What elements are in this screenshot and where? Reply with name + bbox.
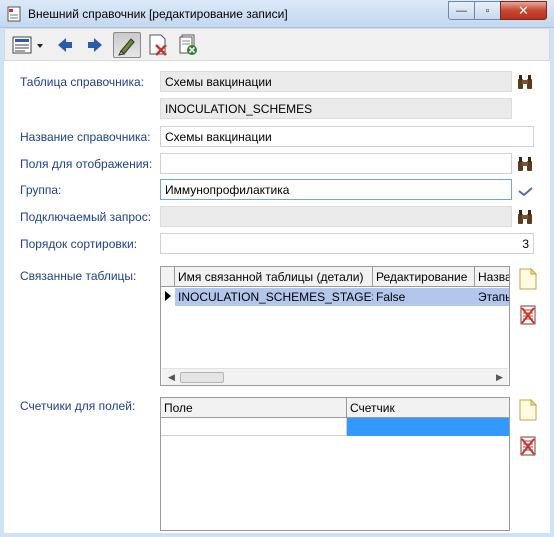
fields-field[interactable] — [160, 153, 512, 174]
query-label: Подключаемый запрос: — [20, 210, 152, 224]
column-header[interactable]: Поле — [161, 398, 347, 418]
title-bar: Внешний справочник [редактирование запис… — [0, 0, 554, 28]
name-label: Название справочника: — [20, 130, 151, 144]
fields-label: Поля для отображения: — [20, 157, 153, 171]
counters-grid[interactable]: Поле Счетчик — [160, 397, 510, 531]
view-menu-button[interactable] — [9, 32, 49, 58]
edit-button[interactable] — [113, 32, 141, 58]
delete-document-icon[interactable] — [518, 435, 538, 457]
query-field[interactable] — [160, 206, 512, 227]
pencil-icon — [118, 38, 135, 56]
binoculars-icon[interactable] — [516, 155, 534, 173]
binoculars-icon[interactable] — [516, 208, 534, 226]
app-icon — [7, 6, 21, 22]
table-label: Таблица справочника: — [20, 75, 144, 89]
add-document-icon[interactable] — [518, 268, 538, 290]
group-field[interactable]: Иммунопрофилактика — [160, 179, 512, 200]
delete-document-icon[interactable] — [518, 304, 538, 326]
group-label: Группа: — [20, 183, 62, 197]
forward-button[interactable] — [83, 32, 107, 58]
close-button[interactable]: ✕ — [500, 1, 547, 20]
arrow-right-icon — [88, 38, 102, 52]
cancel-edit-button[interactable] — [145, 32, 171, 58]
active-table-cell[interactable] — [347, 418, 509, 436]
edit-form: Таблица справочника: Схемы вакцинации IN… — [4, 61, 550, 533]
column-header[interactable]: Редактирование — [373, 267, 475, 287]
related-tables-grid[interactable]: Имя связанной таблицы (детали) Редактиро… — [160, 266, 510, 386]
close-document-button[interactable] — [175, 32, 201, 58]
counters-label: Счетчики для полей: — [20, 399, 136, 413]
checkmark-icon[interactable] — [516, 182, 534, 200]
add-document-icon[interactable] — [518, 399, 538, 421]
row-pointer-icon — [161, 288, 175, 306]
row-indicator-header — [161, 267, 175, 287]
related-label: Связанные таблицы: — [20, 269, 137, 283]
sort-field[interactable]: 3 — [160, 233, 534, 254]
table-cell[interactable]: INOCULATION_SCHEMES_STAGES — [175, 288, 373, 306]
back-button[interactable] — [53, 32, 77, 58]
table-field[interactable]: Схемы вакцинации — [160, 71, 512, 92]
column-header[interactable]: Имя связанной таблицы (детали) — [175, 267, 373, 287]
table-cell[interactable] — [161, 418, 347, 436]
table-cell[interactable]: False — [373, 288, 475, 306]
column-header[interactable]: Назва — [475, 267, 509, 287]
binoculars-icon[interactable] — [516, 73, 534, 91]
scroll-left-icon[interactable]: ◀ — [168, 372, 175, 383]
column-header[interactable]: Счетчик — [347, 398, 509, 418]
table-code-field: INOCULATION_SCHEMES — [160, 98, 512, 119]
horizontal-scrollbar[interactable]: ◀ ▶ — [162, 368, 508, 385]
list-menu-icon — [12, 36, 43, 54]
window-title: Внешний справочник [редактирование запис… — [28, 7, 288, 21]
minimize-button[interactable]: — — [448, 1, 475, 20]
name-field[interactable]: Схемы вакцинации — [160, 126, 534, 147]
maximize-button[interactable]: ▫ — [474, 1, 501, 20]
scrollbar-thumb[interactable] — [180, 372, 224, 383]
toolbar — [4, 28, 550, 61]
document-close-icon — [179, 34, 197, 55]
scroll-right-icon[interactable]: ▶ — [496, 372, 503, 383]
arrow-left-icon — [58, 38, 72, 52]
sort-label: Порядок сортировки: — [20, 237, 138, 251]
document-cancel-icon — [149, 34, 167, 56]
table-cell[interactable]: Этапы — [475, 288, 509, 306]
